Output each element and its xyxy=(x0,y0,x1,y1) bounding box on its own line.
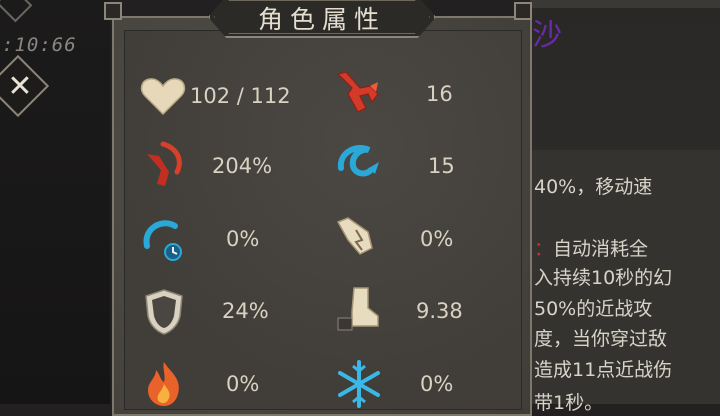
stat-attack-value: 16 xyxy=(426,82,453,106)
panel-corner-ornament xyxy=(104,2,122,20)
snowflake-icon xyxy=(338,360,380,408)
swirl-clock-icon xyxy=(143,220,182,261)
stat-frost-resist-value: 0% xyxy=(420,372,454,396)
side-panel-title: 沙 xyxy=(532,18,562,53)
stat-crit-damage-value: 204% xyxy=(212,154,273,178)
fire-icon xyxy=(148,362,179,406)
side-description-line: 度，当你穿过敌 xyxy=(534,328,668,350)
stat-crit-chance-value: 15 xyxy=(428,154,455,178)
stat-armor-value: 24% xyxy=(222,299,269,323)
stat-dodge-value: 0% xyxy=(420,227,454,251)
panel-title: 角色属性 xyxy=(257,5,386,34)
spiral-strike-icon xyxy=(337,145,379,177)
side-description-line: 带1秒。 xyxy=(534,392,604,414)
side-description-line: 造成11点近战伤 xyxy=(534,359,673,381)
side-description-line: 入持续10秒的幻 xyxy=(534,267,673,289)
side-description-line: 40%，移动速 xyxy=(534,176,653,198)
heart-icon xyxy=(140,78,186,116)
stat-fire-resist-value: 0% xyxy=(226,372,260,396)
attack-hand-icon xyxy=(336,71,379,113)
boot-icon xyxy=(337,287,379,331)
hud-timer: :10:66 xyxy=(2,34,77,56)
shield-icon xyxy=(145,289,183,335)
panel-corner-ornament xyxy=(514,2,532,20)
broken-scroll-icon xyxy=(336,217,373,255)
side-panel-top-border xyxy=(530,0,720,8)
stat-speed-value: 9.38 xyxy=(416,299,463,323)
side-description-line: 50%的近战攻 xyxy=(534,298,653,320)
close-icon[interactable]: ✕ xyxy=(0,64,42,108)
side-description-line: ：自动消耗全 xyxy=(534,238,649,260)
stat-health-value: 102 / 112 xyxy=(190,84,291,108)
crit-strike-icon xyxy=(147,141,182,186)
stat-cooldown-value: 0% xyxy=(226,227,260,251)
